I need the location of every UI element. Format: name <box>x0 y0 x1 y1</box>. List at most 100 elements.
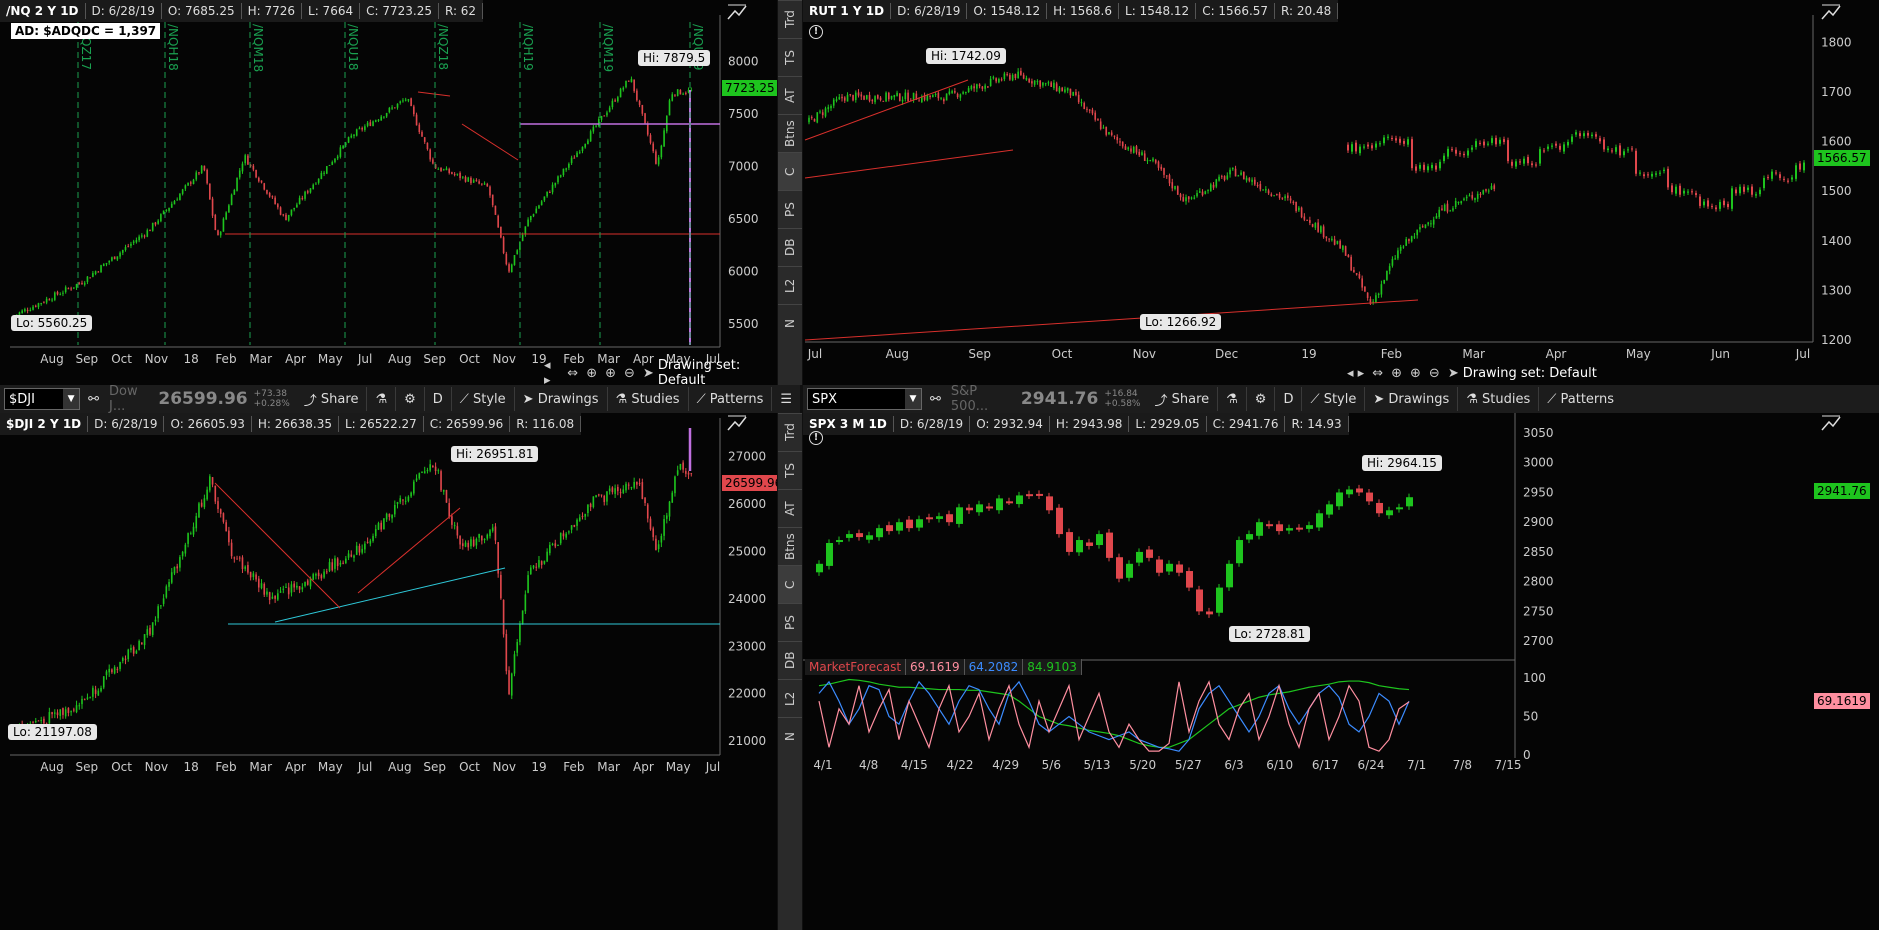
side-tab-c[interactable]: C <box>778 565 802 603</box>
share-button[interactable]: ⤴ Share <box>296 387 368 411</box>
y-tick-label: 1800 <box>1821 35 1852 49</box>
cursor-mode-icon[interactable] <box>1819 413 1843 433</box>
candle-body <box>527 575 529 593</box>
side-tab-at[interactable]: AT <box>778 76 802 114</box>
pointer-icon[interactable]: ➤ <box>643 366 654 381</box>
candle-body <box>203 165 206 171</box>
symbol-text[interactable]: SPX <box>812 392 837 407</box>
candle-body <box>887 92 890 100</box>
share-label: Share <box>1171 391 1210 407</box>
candle-body <box>554 182 557 186</box>
side-tab-l2[interactable]: L2 <box>778 679 802 717</box>
candle-body <box>1028 78 1030 83</box>
style-button[interactable]: ⟋ Style <box>1302 387 1366 411</box>
cursor-mode-icon[interactable] <box>1819 2 1843 22</box>
candle-body <box>589 131 592 142</box>
side-tab-ts[interactable]: TS <box>778 38 802 76</box>
candle-body <box>584 513 587 517</box>
period-button[interactable]: D <box>425 387 452 411</box>
studies-button[interactable]: ⚗ Studies <box>1458 387 1540 411</box>
side-tab-ps[interactable]: PS <box>778 603 802 641</box>
drawing-set-label[interactable]: Drawing set: Default <box>658 358 777 385</box>
spx-symbol-selector[interactable]: SPX ▼ <box>807 388 922 410</box>
rut-chart-panel[interactable]: 1800 1700 1600 1500 1400 1300 1200 Jul Aug Sep Oct… <box>803 0 1879 385</box>
candle-body <box>230 542 233 557</box>
rut-drawing-set[interactable]: ◂ ▸ ⇔ ⊕ ⊕ ⊖ ➤ Drawing set: Default <box>1343 362 1597 384</box>
side-tab-l2[interactable]: L2 <box>778 266 802 304</box>
side-tab-ts[interactable]: TS <box>778 451 802 489</box>
patterns-button[interactable]: ⟋ Patterns <box>1539 387 1622 411</box>
nq-drawing-set[interactable]: ◂ ▸ ⇔ ⊕ ⊕ ⊖ ➤ Drawing set: Default <box>540 358 777 385</box>
side-tab-btns[interactable]: Btns <box>778 114 802 152</box>
candle-body <box>252 165 255 170</box>
dji-chart-panel[interactable]: 27000 26000 25000 24000 23000 22000 21000 Aug Se… <box>0 413 777 930</box>
candle-body <box>146 230 149 237</box>
flask-button[interactable]: ⚗ <box>1218 387 1247 411</box>
flask-button[interactable]: ⚗ <box>367 387 397 411</box>
candle-body <box>1363 146 1365 148</box>
side-tab-n[interactable]: N <box>778 717 802 755</box>
candle-body <box>1667 168 1669 188</box>
symbol-text[interactable]: $DJI <box>9 392 35 407</box>
pointer-icon[interactable]: ➤ <box>1448 366 1459 381</box>
side-tab-trd[interactable]: Trd <box>778 0 802 38</box>
zoom-out-icon[interactable]: ⊖ <box>624 366 635 381</box>
nq-chart-panel[interactable]: 8000 7500 7000 6500 6000 5500 Aug Sep Oct Nov 18 Fe… <box>0 0 777 385</box>
settings-button[interactable]: ⚙ <box>396 387 425 411</box>
drawing-set-label[interactable]: Drawing set: Default <box>1463 366 1597 381</box>
crosshair-icon[interactable]: ⊕ <box>1391 366 1402 381</box>
candle-body <box>355 545 358 555</box>
dji-side-tabs[interactable]: Trd TS AT Btns C PS DB L2 N <box>778 413 802 930</box>
settings-button[interactable]: ⚙ <box>1247 387 1276 411</box>
candle-body <box>402 499 404 501</box>
period-button[interactable]: D <box>1275 387 1303 411</box>
x-tick-label: Nov <box>145 760 168 774</box>
candle-body <box>1647 174 1649 176</box>
pan-icon[interactable]: ⇔ <box>567 366 578 381</box>
side-tab-ps[interactable]: PS <box>778 190 802 228</box>
patterns-button[interactable]: ⟋ Patterns <box>689 387 773 411</box>
chevron-down-icon[interactable]: ▼ <box>63 389 80 409</box>
side-tab-c[interactable]: C <box>778 152 802 190</box>
chevron-down-icon[interactable]: ▼ <box>905 389 921 409</box>
scroll-arrows-icon[interactable]: ◂ ▸ <box>544 358 559 385</box>
candle-body <box>1069 88 1072 96</box>
dji-symbol-selector[interactable]: $DJI ▼ <box>4 388 81 410</box>
zoom-in-icon[interactable]: ⊕ <box>1410 366 1421 381</box>
crosshair-icon[interactable]: ⊕ <box>586 366 597 381</box>
cursor-mode-icon[interactable] <box>725 2 749 22</box>
nq-side-tabs[interactable]: Trd TS AT Btns C PS DB L2 N <box>778 0 802 385</box>
side-tab-db[interactable]: DB <box>778 641 802 679</box>
candle-body <box>429 464 431 471</box>
studies-button[interactable]: ⚗ Studies <box>608 387 689 411</box>
x-tick-label: Oct <box>111 760 132 774</box>
side-tab-at[interactable]: AT <box>778 489 802 527</box>
alert-icon[interactable]: ! <box>809 431 823 445</box>
cursor-mode-icon[interactable] <box>725 413 749 433</box>
candle-body <box>956 93 959 98</box>
side-tab-btns[interactable]: Btns <box>778 527 802 565</box>
zoom-out-icon[interactable]: ⊖ <box>1429 366 1440 381</box>
candle-body <box>1471 147 1473 150</box>
link-icon[interactable]: ⚯ <box>84 392 103 407</box>
candle-body <box>1242 171 1245 180</box>
share-button[interactable]: ⤴ Share <box>1146 387 1219 411</box>
candle-body <box>358 128 361 130</box>
link-icon[interactable]: ⚯ <box>926 392 945 407</box>
side-tab-trd[interactable]: Trd <box>778 413 802 451</box>
side-tab-n[interactable]: N <box>778 304 802 342</box>
x-tick-label: May <box>318 760 343 774</box>
candle-body <box>372 536 374 541</box>
side-tab-db[interactable]: DB <box>778 228 802 266</box>
drawings-button[interactable]: ➤ Drawings <box>1365 387 1459 411</box>
candle-body <box>1487 143 1489 145</box>
spx-chart-panel[interactable]: 3050 3000 2950 2900 2850 2800 2750 2700 100 50 0 4/… <box>803 413 1879 930</box>
menu-button[interactable]: ☰ <box>772 387 800 411</box>
pan-icon[interactable]: ⇔ <box>1372 366 1383 381</box>
candle-body <box>429 149 431 160</box>
drawings-button[interactable]: ➤ Drawings <box>515 387 608 411</box>
style-button[interactable]: ⟋ Style <box>452 387 515 411</box>
scroll-arrows-icon[interactable]: ◂ ▸ <box>1347 366 1364 381</box>
zoom-in-icon[interactable]: ⊕ <box>605 366 616 381</box>
alert-icon[interactable]: ! <box>809 25 823 39</box>
